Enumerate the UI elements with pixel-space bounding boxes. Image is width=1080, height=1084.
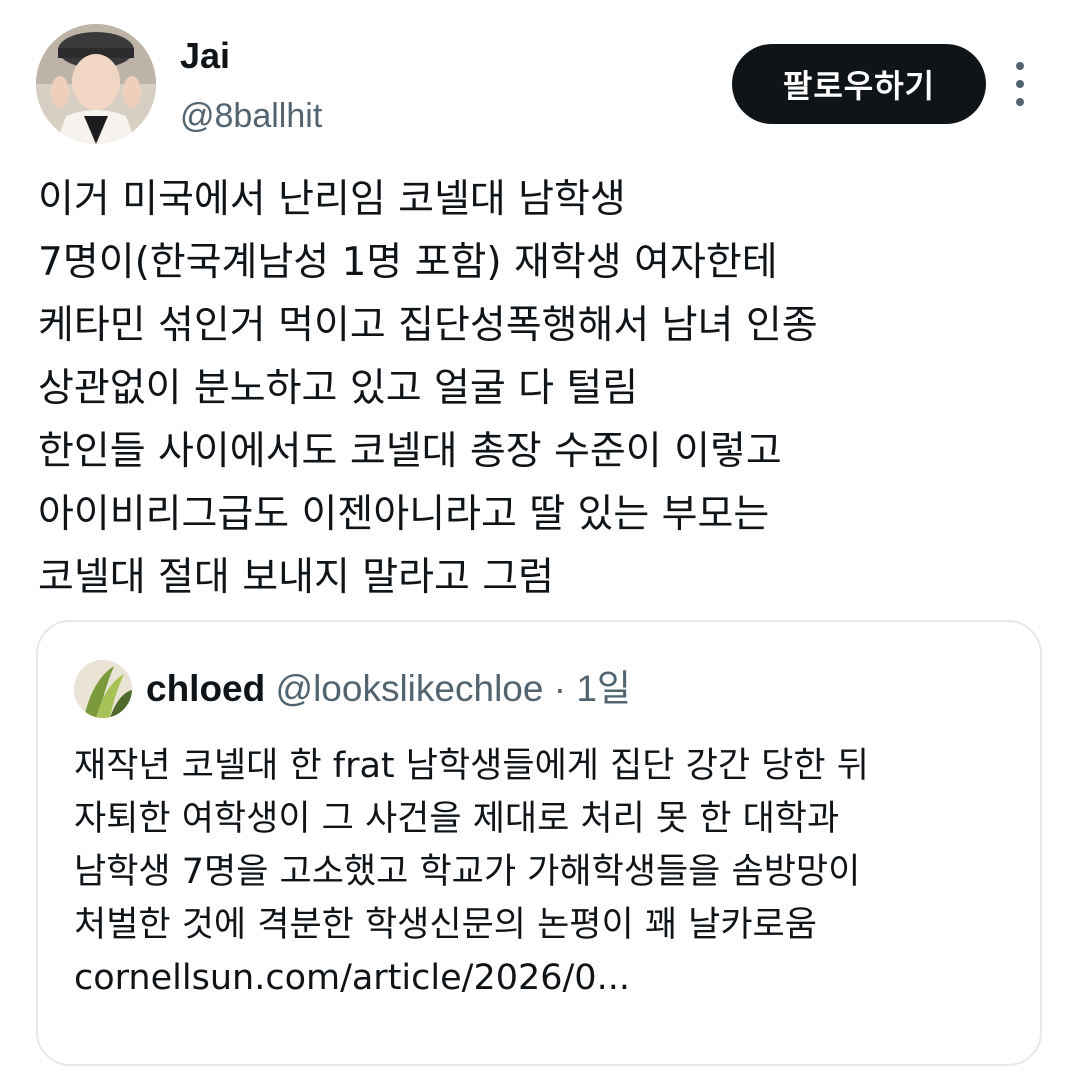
quote-avatar-photo <box>74 660 132 718</box>
author-handle[interactable]: @8ballhit <box>180 94 322 138</box>
more-vertical-icon[interactable] <box>1004 62 1036 106</box>
quote-header: chloed @lookslikechloe · 1일 <box>146 664 631 714</box>
quote-tweet-card[interactable]: chloed @lookslikechloe · 1일 재작년 코넬대 한 fr… <box>36 620 1042 1066</box>
follow-button[interactable]: 팔로우하기 <box>732 44 986 124</box>
more-dot <box>1016 62 1024 70</box>
quote-author-avatar[interactable] <box>74 660 132 718</box>
avatar-photo <box>36 24 156 144</box>
more-dot <box>1016 98 1024 106</box>
more-dot <box>1016 80 1024 88</box>
author-name[interactable]: Jai <box>180 34 230 78</box>
quote-author-handle[interactable]: @lookslikechloe <box>276 668 544 709</box>
author-avatar[interactable] <box>36 24 156 144</box>
quote-author-name[interactable]: chloed <box>146 668 265 709</box>
tweet-text: 이거 미국에서 난리임 코넬대 남학생 7명이(한국계남성 1명 포함) 재학생… <box>38 177 818 600</box>
quote-timestamp[interactable]: 1일 <box>576 668 631 709</box>
quote-separator: · <box>553 668 567 709</box>
quote-text: 재작년 코넬대 한 frat 남학생들에게 집단 강간 당한 뒤 자퇴한 여학생… <box>74 746 869 998</box>
